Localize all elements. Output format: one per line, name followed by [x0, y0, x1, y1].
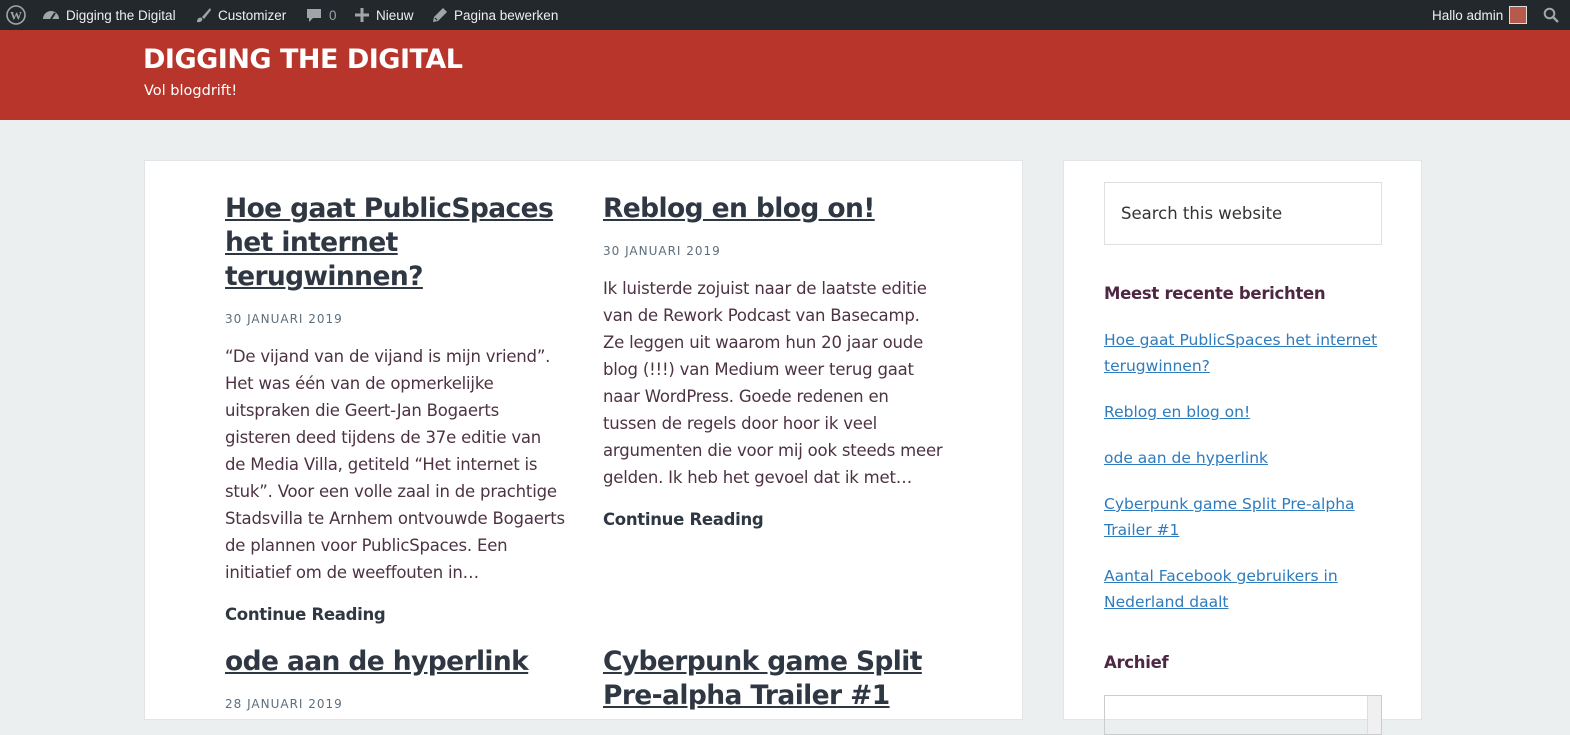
adminbar-account[interactable]: Hallo admin: [1432, 0, 1528, 30]
paintbrush-icon: [197, 7, 211, 22]
comment-icon: [307, 8, 321, 22]
post-title-link[interactable]: Reblog en blog on!: [603, 192, 943, 226]
continue-reading-link[interactable]: Continue Reading: [225, 605, 565, 624]
post-date: 28 JANUARI 2019: [225, 697, 343, 711]
post-card: ode aan de hyperlink 28 JANUARI 2019: [225, 645, 565, 711]
recent-posts-list: Hoe gaat PublicSpaces het internet terug…: [1104, 327, 1384, 635]
scrollbar[interactable]: [1367, 696, 1381, 734]
adminbar-customizer[interactable]: Customizer: [195, 0, 286, 30]
recent-post-link[interactable]: Aantal Facebook gebruikers in Nederland …: [1104, 563, 1384, 615]
recent-post-link[interactable]: Cyberpunk game Split Pre-alpha Trailer #…: [1104, 491, 1384, 543]
adminbar-site-link[interactable]: Digging the Digital: [42, 0, 176, 30]
post-card: Reblog en blog on! 30 JANUARI 2019 Ik lu…: [603, 192, 943, 529]
comments-count: 0: [329, 7, 337, 23]
post-excerpt: Ik luisterde zojuist naar de laatste edi…: [603, 279, 943, 487]
post-card: Hoe gaat PublicSpaces het internet terug…: [225, 192, 565, 624]
search-icon[interactable]: [1543, 0, 1559, 30]
site-header: DIGGING THE DIGITAL Vol blogdrift!: [0, 30, 1570, 120]
avatar: [1509, 6, 1528, 24]
post-title-link[interactable]: ode aan de hyperlink: [225, 645, 565, 679]
adminbar-site-name: Digging the Digital: [66, 7, 176, 23]
adminbar-new-label: Nieuw: [376, 7, 414, 23]
pencil-icon: [433, 8, 447, 22]
post-title-link[interactable]: Cyberpunk game Split Pre-alpha Trailer #…: [603, 645, 943, 713]
adminbar-customizer-label: Customizer: [218, 7, 287, 23]
adminbar-edit-page[interactable]: Pagina bewerken: [432, 0, 558, 30]
adminbar-new[interactable]: Nieuw: [354, 0, 414, 30]
recent-posts-title: Meest recente berichten: [1104, 284, 1326, 303]
search-input[interactable]: Search this website: [1104, 182, 1382, 245]
plus-icon: [355, 8, 369, 22]
post-excerpt: “De vijand van de vijand is mijn vriend”…: [225, 347, 565, 582]
archive-title: Archief: [1104, 653, 1169, 672]
adminbar-comments[interactable]: 0: [305, 0, 337, 30]
post-title-link[interactable]: Hoe gaat PublicSpaces het internet terug…: [225, 192, 565, 294]
wordpress-logo-icon[interactable]: W: [6, 0, 26, 30]
archive-dropdown[interactable]: [1104, 695, 1382, 735]
adminbar-edit-page-label: Pagina bewerken: [454, 7, 559, 23]
main-content: Hoe gaat PublicSpaces het internet terug…: [144, 160, 1023, 720]
site-title[interactable]: DIGGING THE DIGITAL: [143, 44, 463, 75]
post-date: 30 JANUARI 2019: [225, 312, 343, 326]
post-card: Cyberpunk game Split Pre-alpha Trailer #…: [603, 645, 943, 713]
admin-bar: W Digging the Digital Customizer 0 Nieuw…: [0, 0, 1570, 30]
recent-post-link[interactable]: Reblog en blog on!: [1104, 399, 1384, 425]
continue-reading-link[interactable]: Continue Reading: [603, 510, 943, 529]
dashboard-icon: [43, 11, 59, 20]
adminbar-greeting: Hallo admin: [1432, 7, 1504, 23]
svg-text:W: W: [10, 9, 22, 23]
recent-post-link[interactable]: ode aan de hyperlink: [1104, 445, 1384, 471]
site-description: Vol blogdrift!: [144, 83, 238, 99]
sidebar: Search this website Meest recente berich…: [1063, 160, 1422, 735]
post-date: 30 JANUARI 2019: [603, 244, 721, 258]
recent-post-link[interactable]: Hoe gaat PublicSpaces het internet terug…: [1104, 327, 1384, 379]
